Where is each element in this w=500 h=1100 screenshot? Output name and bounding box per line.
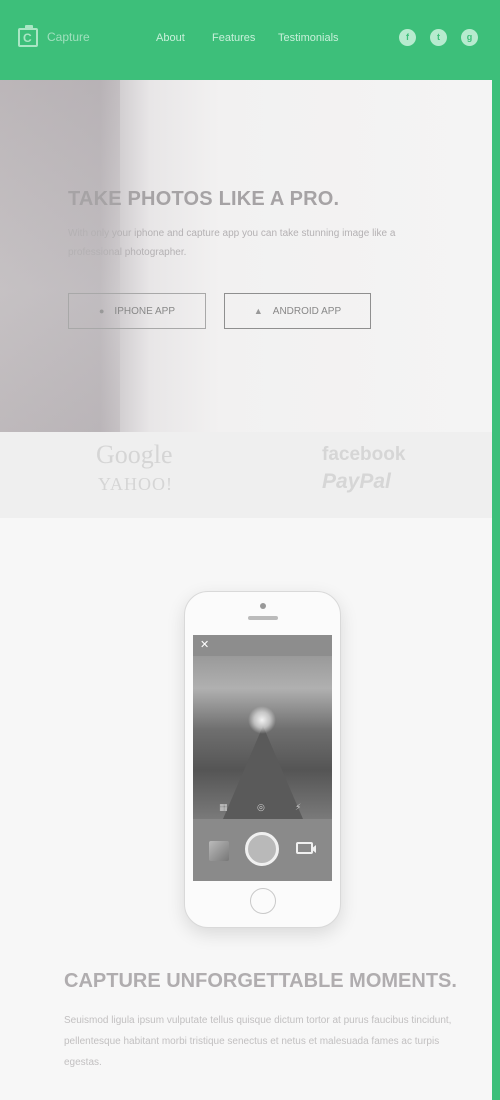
iphone-mockup: ✕ ▦ ◎ ⚡ <box>184 591 341 928</box>
nav-testimonials[interactable]: Testimonials <box>278 32 339 44</box>
camera-viewfinder-photo: ▦ ◎ ⚡ <box>193 656 332 819</box>
brand-link[interactable]: Capture <box>47 30 90 44</box>
phone-speaker <box>248 616 278 620</box>
apple-icon: ● <box>98 306 105 316</box>
scrollbar[interactable] <box>492 0 500 1100</box>
video-camera-icon[interactable] <box>296 842 316 854</box>
nav-about[interactable]: About <box>156 32 185 44</box>
grid-icon[interactable]: ▦ <box>219 802 228 813</box>
twitter-icon[interactable]: t <box>430 29 447 46</box>
nav-features[interactable]: Features <box>212 32 255 44</box>
home-button[interactable] <box>250 888 276 914</box>
facebook-logo[interactable]: facebook <box>322 444 405 466</box>
partners-strip: Google YAHOO! facebook PayPal <box>0 432 492 518</box>
facebook-icon[interactable]: f <box>399 29 416 46</box>
camera-logo-icon[interactable]: C <box>18 25 38 47</box>
shutter-button[interactable] <box>245 832 279 866</box>
focus-icon[interactable]: ◎ <box>257 802 265 813</box>
close-icon[interactable]: ✕ <box>200 638 209 651</box>
yahoo-logo[interactable]: YAHOO! <box>98 474 173 495</box>
top-navbar: C Capture About Features Testimonials f … <box>0 0 492 80</box>
hero-title: TAKE PHOTOS LIKE A PRO. <box>68 188 340 210</box>
iphone-app-label: IPHONE APP <box>114 305 175 317</box>
android-app-button[interactable]: ▲ ANDROID APP <box>224 293 371 329</box>
android-icon: ▲ <box>253 306 263 316</box>
front-camera <box>260 603 266 609</box>
google-logo[interactable]: Google <box>96 440 173 470</box>
google-plus-icon[interactable]: g <box>461 29 478 46</box>
moments-paragraph: Seuismod ligula ipsum vulputate tellus q… <box>64 1015 452 1068</box>
hero-section: TAKE PHOTOS LIKE A PRO. With only your i… <box>0 80 492 432</box>
camera-app-screen: ✕ ▦ ◎ ⚡ <box>193 635 332 881</box>
camera-controls <box>193 819 332 881</box>
iphone-app-button[interactable]: ● IPHONE APP <box>68 293 206 329</box>
paypal-logo[interactable]: PayPal <box>322 470 391 494</box>
screen-top-bar: ✕ <box>193 635 332 656</box>
flash-icon[interactable]: ⚡ <box>295 802 301 813</box>
moments-title: CAPTURE UNFORGETTABLE MOMENTS. <box>64 970 457 992</box>
android-app-label: ANDROID APP <box>272 305 342 317</box>
gallery-thumbnail[interactable] <box>209 841 229 861</box>
light-glow <box>248 706 276 734</box>
hero-subtitle: With only your iphone and capture app yo… <box>68 228 396 258</box>
